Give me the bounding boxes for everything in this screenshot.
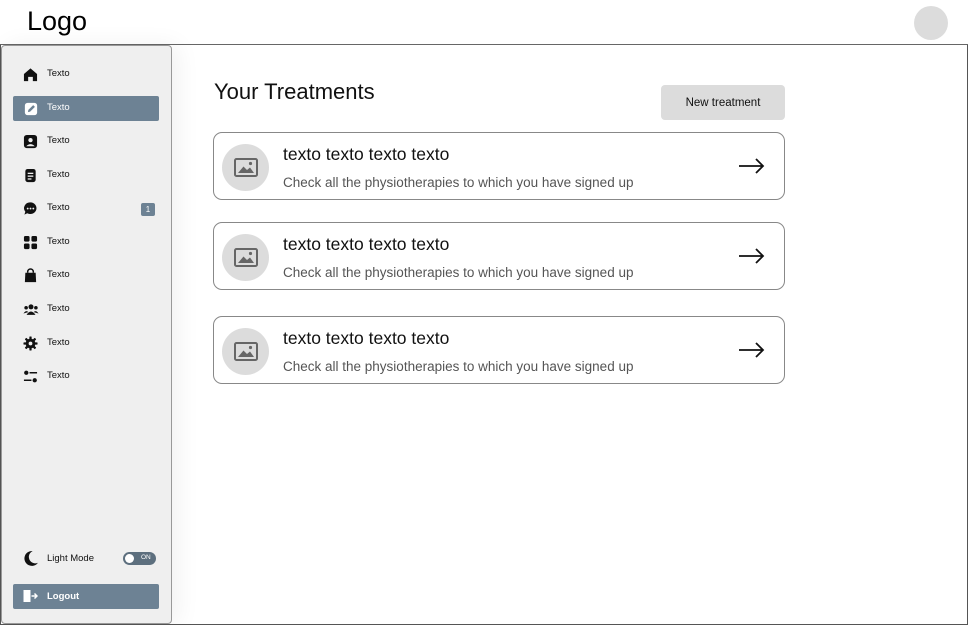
logout-button[interactable]: Logout (13, 584, 159, 609)
sidebar-item-document[interactable]: Texto (13, 163, 159, 188)
toggle-knob (125, 554, 134, 563)
sidebar-item-label: Texto (47, 337, 70, 348)
grid-icon (22, 234, 39, 251)
moon-icon (22, 550, 39, 567)
sidebar-item-label: Texto (47, 269, 70, 280)
sidebar-item-label: Texto (47, 303, 70, 314)
sidebar-item-edit[interactable]: Texto (13, 96, 159, 121)
sliders-icon (22, 368, 39, 385)
sidebar: Texto Texto Texto Texto Texto 1 Texto Te… (1, 45, 172, 624)
top-bar: Logo (0, 0, 968, 45)
sidebar-item-home[interactable]: Texto (13, 62, 159, 87)
sidebar-item-users[interactable]: Texto (13, 297, 159, 322)
sidebar-item-settings[interactable]: Texto (13, 331, 159, 356)
sidebar-item-label: Texto (47, 370, 70, 381)
sidebar-item-profile[interactable]: Texto (13, 129, 159, 154)
avatar[interactable] (914, 6, 948, 40)
home-icon (22, 66, 39, 83)
users-icon (22, 301, 39, 318)
light-mode-row: Light Mode ON (13, 546, 159, 571)
logo[interactable]: Logo (27, 6, 87, 37)
chat-icon (22, 200, 39, 217)
treatment-card[interactable]: texto texto texto texto Check all the ph… (213, 222, 785, 290)
light-mode-label: Light Mode (47, 553, 95, 564)
sidebar-item-label: Texto (47, 169, 70, 180)
card-title: texto texto texto texto (283, 144, 450, 164)
new-treatment-button[interactable]: New treatment (661, 85, 785, 120)
card-description: Check all the physiotherapies to which y… (283, 175, 634, 190)
arrow-right-icon[interactable] (738, 156, 766, 176)
sidebar-item-chat[interactable]: Texto 1 (13, 196, 159, 221)
image-placeholder-icon (222, 328, 269, 375)
logout-label: Logout (47, 591, 80, 602)
document-icon (22, 167, 39, 184)
sidebar-item-filters[interactable]: Texto (13, 364, 159, 389)
sidebar-item-bag[interactable]: Texto (13, 263, 159, 288)
notification-badge: 1 (141, 203, 155, 216)
image-placeholder-icon (222, 144, 269, 191)
page-title: Your Treatments (214, 79, 375, 104)
card-description: Check all the physiotherapies to which y… (283, 359, 634, 374)
treatment-card[interactable]: texto texto texto texto Check all the ph… (213, 132, 785, 200)
toggle-state-text: ON (141, 554, 151, 561)
card-title: texto texto texto texto (283, 234, 450, 254)
card-description: Check all the physiotherapies to which y… (283, 265, 634, 280)
sidebar-item-label: Texto (47, 236, 70, 247)
bag-icon (22, 267, 39, 284)
card-title: texto texto texto texto (283, 328, 450, 348)
gear-icon (22, 335, 39, 352)
image-placeholder-icon (222, 234, 269, 281)
edit-icon (22, 100, 39, 117)
sidebar-item-label: Texto (47, 202, 70, 213)
arrow-right-icon[interactable] (738, 246, 766, 266)
sidebar-item-label: Texto (47, 135, 70, 146)
arrow-right-icon[interactable] (738, 340, 766, 360)
sidebar-item-grid[interactable]: Texto (13, 230, 159, 255)
logout-icon (22, 588, 39, 605)
sidebar-item-label: Texto (47, 102, 70, 113)
sidebar-item-label: Texto (47, 68, 70, 79)
treatment-card[interactable]: texto texto texto texto Check all the ph… (213, 316, 785, 384)
profile-card-icon (22, 133, 39, 150)
light-mode-toggle[interactable]: ON (123, 552, 156, 565)
